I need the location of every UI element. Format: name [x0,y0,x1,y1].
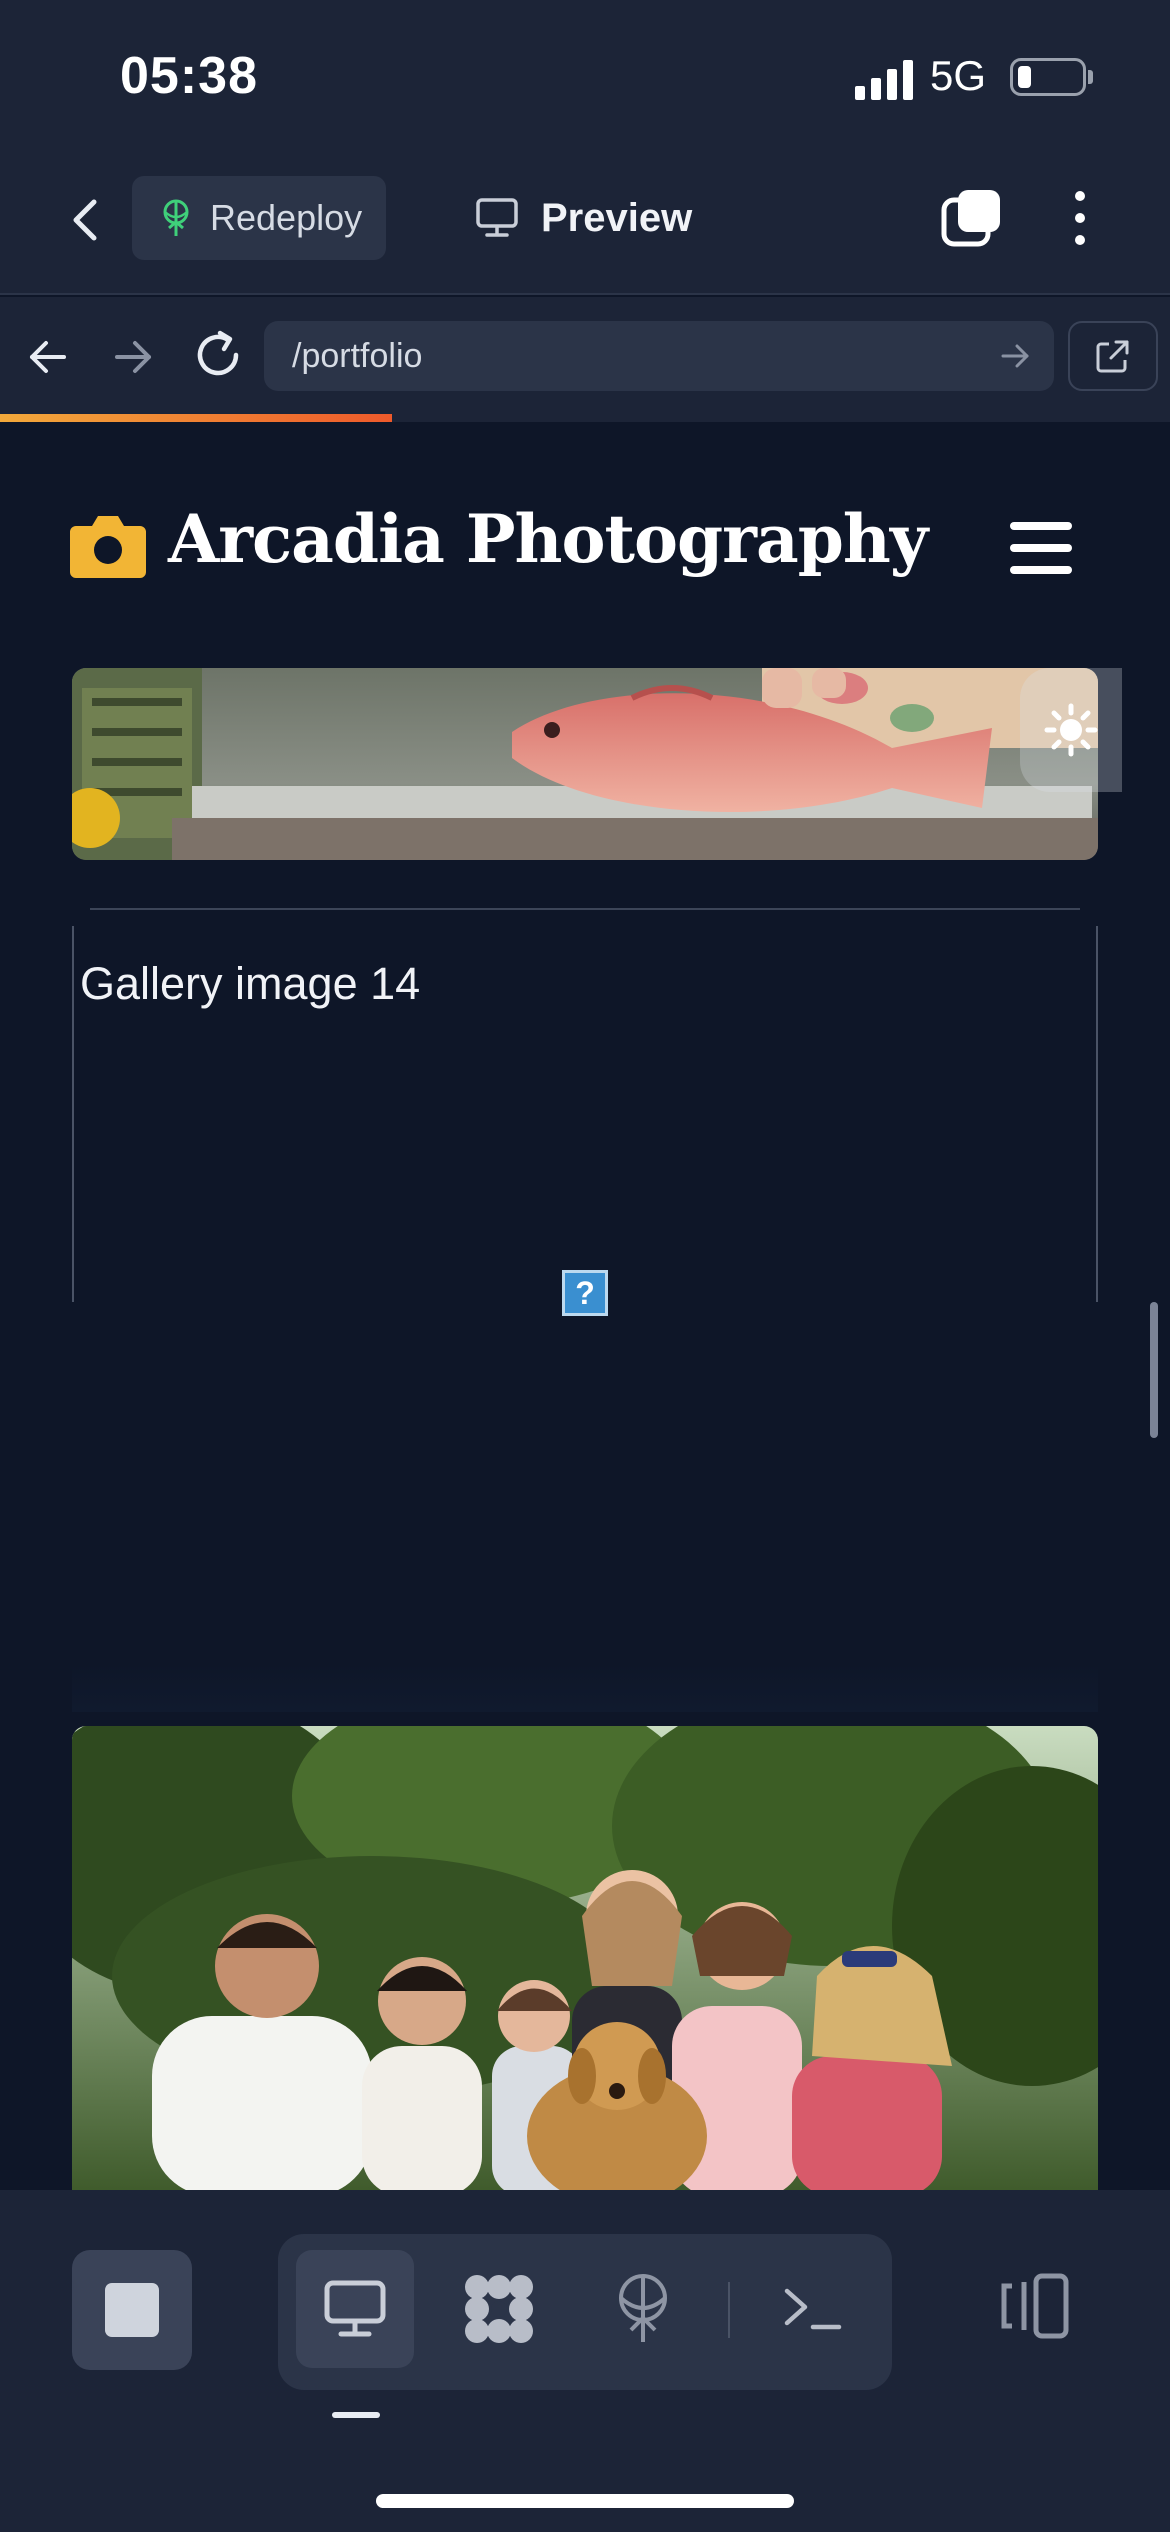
terminal-icon [784,2288,842,2330]
status-bar: 05:38 5G [0,0,1170,150]
preview-tab[interactable]: Preview [475,176,692,260]
integrations-view-button[interactable] [440,2250,558,2368]
arrow-right-icon[interactable] [998,339,1032,373]
gallery-image-card[interactable]: Gallery image 14 ? [72,926,1098,1316]
view-switcher [278,2234,892,2390]
site-header: Arcadia Photography [0,422,1170,642]
stop-icon [105,2283,159,2337]
open-external-button[interactable] [1068,321,1158,391]
theme-toggle-button[interactable] [1020,668,1122,792]
gallery-photo-family[interactable] [72,1726,1098,2190]
network-type: 5G [930,52,987,99]
tabs-icon[interactable] [940,186,1004,250]
status-time: 05:38 [120,47,258,105]
active-view-indicator [332,2412,380,2418]
deploy-tree-icon [619,2274,667,2342]
url-input[interactable]: /portfolio [264,321,1054,391]
more-vertical-icon[interactable] [1060,186,1100,250]
monitor-icon [476,198,518,237]
card-divider [90,908,1080,910]
broken-image-icon: ? [562,1270,608,1316]
redeploy-label: Redeploy [210,197,363,238]
redeploy-button[interactable]: Redeploy [132,176,386,260]
url-path: /portfolio [292,336,423,375]
scrollbar-thumb[interactable] [1150,1302,1158,1438]
broken-image-alt-text: Gallery image 14 [80,958,421,1009]
page-load-progress [0,414,1170,422]
reload-icon[interactable] [188,325,248,385]
arrow-right-icon[interactable] [105,329,161,385]
split-layout-icon[interactable] [996,2268,1076,2348]
battery-icon [1010,58,1086,96]
hamburger-icon[interactable] [1008,518,1074,578]
stop-button[interactable] [72,2250,192,2370]
terminal-view-button[interactable] [754,2250,872,2368]
monitor-icon [324,2280,386,2337]
home-indicator[interactable] [376,2494,794,2508]
preview-view-button[interactable] [296,2250,414,2368]
chevron-left-icon[interactable] [60,190,110,250]
deploy-view-button[interactable] [584,2250,702,2368]
bottom-dock [0,2190,1170,2532]
site-title[interactable]: Arcadia Photography [168,500,928,578]
browser-toolbar: /portfolio [0,297,1170,417]
progress-fill [0,414,392,422]
arrow-left-icon[interactable] [20,329,76,385]
card-shadow [72,1662,1098,1712]
gallery-content: Gallery image 14 ? [0,642,1170,2190]
deploy-tree-icon [163,199,189,236]
app-header: Redeploy Preview [0,150,1170,295]
battery-level [1018,66,1031,88]
preview-label: Preview [541,195,693,240]
camera-icon [70,516,146,578]
battery-nub [1088,70,1093,84]
dock-separator [728,2282,730,2338]
sun-icon [1044,703,1098,757]
signal-icon [855,60,913,100]
external-link-icon [1096,340,1129,373]
gallery-photo-fish[interactable] [72,668,1098,860]
grid-blob-icon [465,2275,533,2343]
